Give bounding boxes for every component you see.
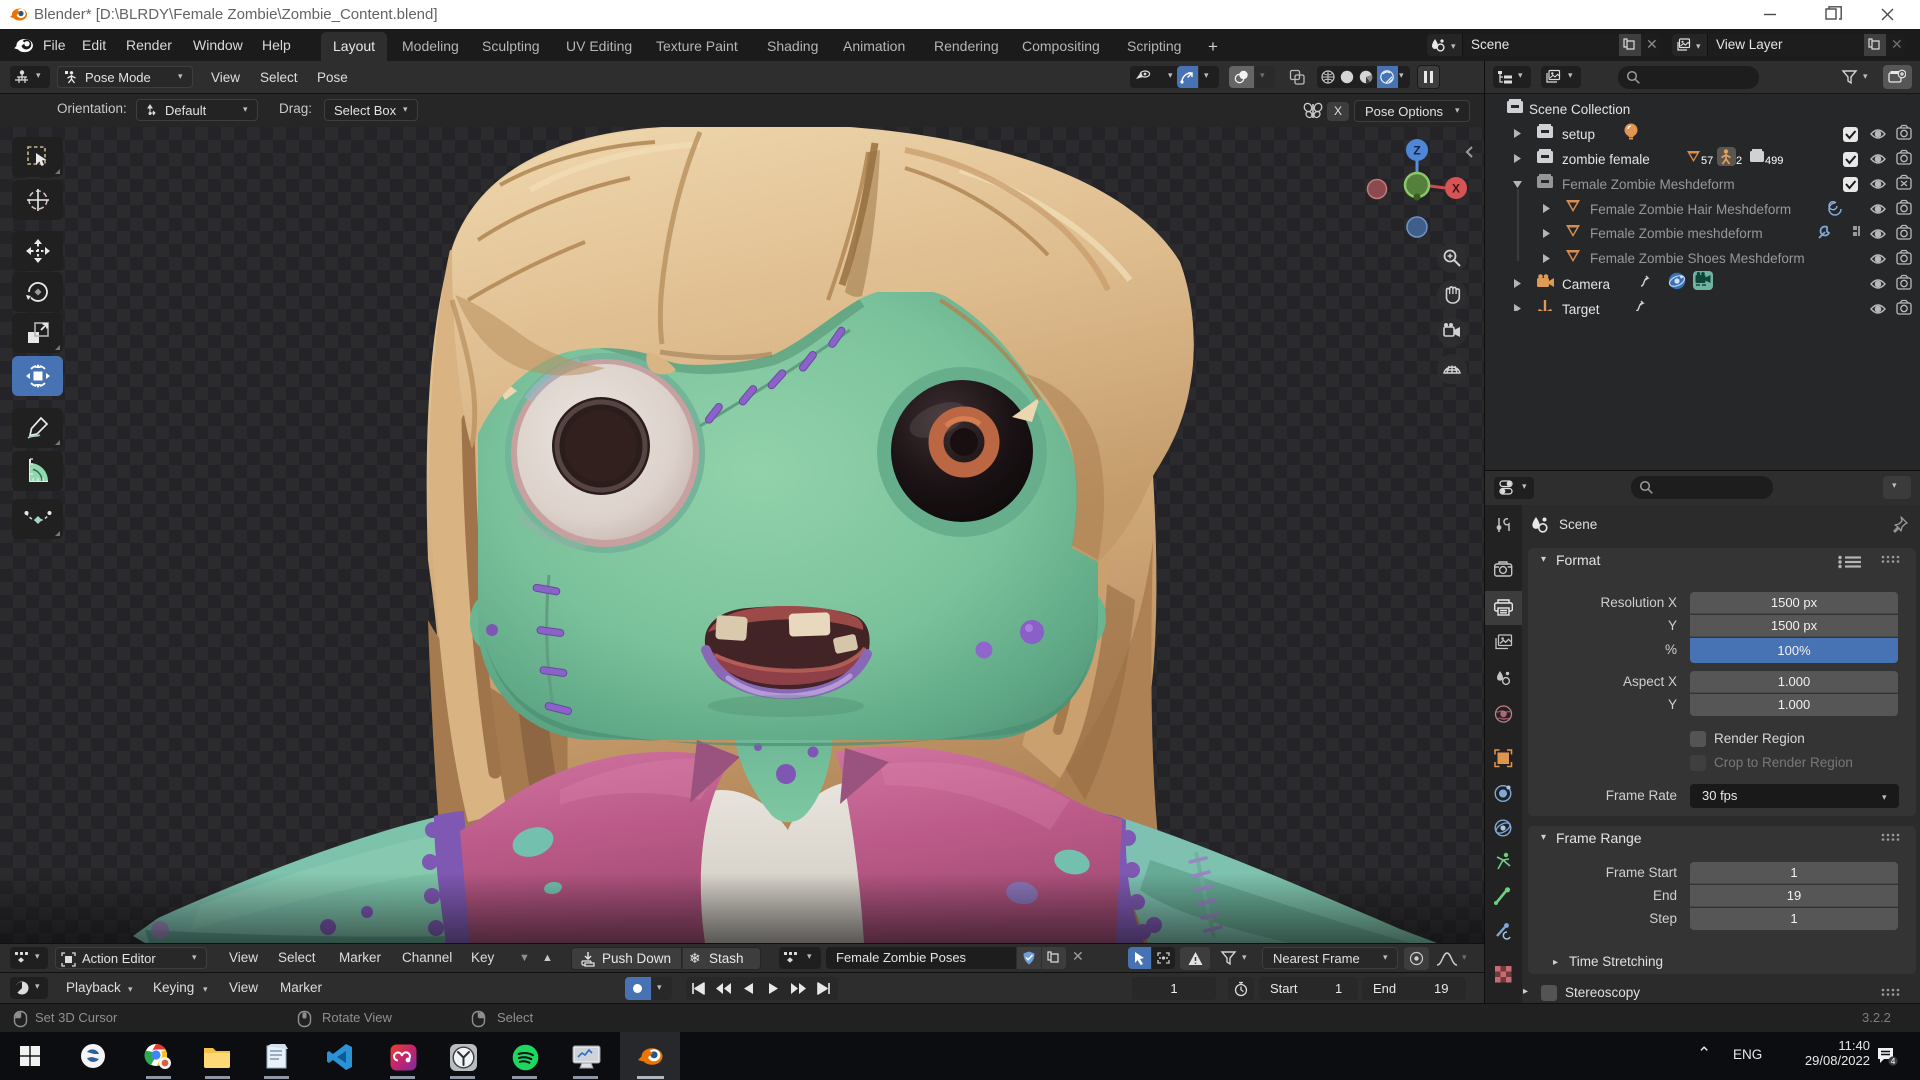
svg-text:57: 57: [1701, 155, 1713, 167]
svg-text:499: 499: [1765, 155, 1783, 167]
svg-text:4: 4: [1891, 1056, 1896, 1066]
svg-text:X: X: [1452, 182, 1460, 196]
svg-text:2: 2: [1736, 155, 1742, 167]
svg-text:Z: Z: [1413, 144, 1420, 158]
